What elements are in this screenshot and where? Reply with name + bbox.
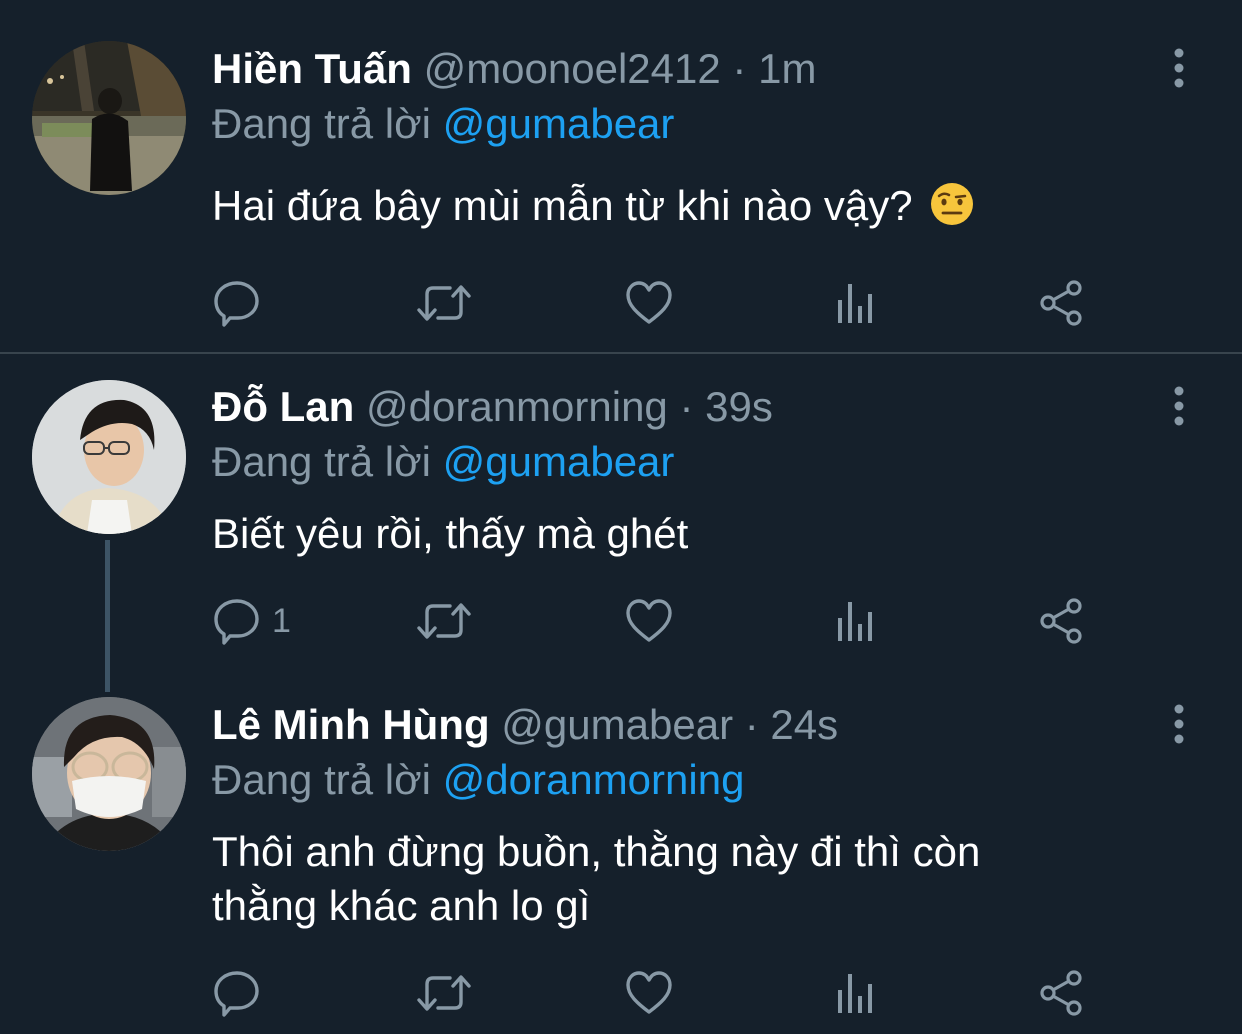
stats-button[interactable] [833, 278, 883, 328]
replying-label: Đang trả lời [212, 756, 431, 803]
more-vertical-icon [1174, 704, 1184, 744]
timestamp[interactable]: 24s [770, 701, 838, 748]
display-name[interactable]: Hiền Tuấn [212, 45, 412, 92]
replying-to-line: Đang trả lời @gumabear [212, 99, 674, 149]
retweet-icon [417, 975, 471, 1011]
more-vertical-icon [1174, 48, 1184, 88]
tweet-header: Hiền Tuấn @moonoel2412 · 1m [212, 44, 816, 94]
user-handle[interactable]: @moonoel2412 [424, 45, 721, 92]
stats-icon [838, 284, 872, 323]
tweet-text-content: Biết yêu rồi, thấy mà ghét [212, 510, 689, 557]
more-options-button[interactable] [1164, 384, 1194, 428]
retweet-button[interactable] [416, 278, 472, 328]
reply-button[interactable] [212, 278, 262, 328]
tweet-text-line: thằng khác anh lo gì [212, 882, 591, 929]
tweet-header: Đỗ Lan @doranmorning · 39s [212, 382, 773, 432]
user-handle[interactable]: @doranmorning [366, 383, 668, 430]
replying-to-link[interactable]: @gumabear [443, 100, 675, 147]
reply-feed: Hiền Tuấn @moonoel2412 · 1m Đang trả lời… [0, 0, 1242, 1034]
replying-label: Đang trả lời [212, 100, 431, 147]
share-button[interactable] [1037, 596, 1087, 646]
reply-icon [214, 281, 259, 327]
retweet-button[interactable] [416, 968, 472, 1018]
meta-separator: · [679, 383, 694, 430]
retweet-button[interactable] [416, 596, 472, 646]
display-name[interactable]: Đỗ Lan [212, 383, 354, 430]
share-icon [1040, 598, 1082, 644]
more-options-button[interactable] [1164, 702, 1194, 746]
share-icon [1040, 970, 1082, 1016]
timestamp[interactable]: 39s [705, 383, 773, 430]
stats-icon [838, 974, 872, 1013]
tweet-divider [0, 352, 1242, 354]
retweet-icon [417, 285, 471, 321]
tweet-text: Thôi anh đừng buồn, thằng này đi thì còn… [212, 825, 1172, 933]
tweet-text: Hai đứa bây mùi mẫn từ khi nào vậy? [212, 179, 1172, 233]
meta-separator: · [744, 701, 759, 748]
replying-label: Đang trả lời [212, 438, 431, 485]
reply-icon [214, 599, 259, 645]
reply-button[interactable] [212, 968, 262, 1018]
face-with-raised-eyebrow-icon [930, 182, 974, 226]
tweet-text-line: Thôi anh đừng buồn, thằng này đi thì còn [212, 828, 981, 875]
reply-count: 1 [272, 601, 291, 640]
share-button[interactable] [1037, 278, 1087, 328]
replying-to-line: Đang trả lời @doranmorning [212, 755, 744, 805]
stats-button[interactable] [833, 596, 883, 646]
more-options-button[interactable] [1164, 46, 1194, 90]
share-button[interactable] [1037, 968, 1087, 1018]
retweet-icon [417, 603, 471, 639]
avatar[interactable] [32, 697, 186, 851]
replying-to-link[interactable]: @gumabear [443, 438, 675, 485]
user-handle[interactable]: @gumabear [501, 701, 733, 748]
heart-icon [626, 281, 672, 324]
thread-connector-line [105, 540, 110, 692]
avatar[interactable] [32, 380, 186, 534]
like-button[interactable] [624, 596, 674, 646]
like-button[interactable] [624, 968, 674, 1018]
timestamp[interactable]: 1m [758, 45, 816, 92]
stats-button[interactable] [833, 968, 883, 1018]
like-button[interactable] [624, 278, 674, 328]
display-name[interactable]: Lê Minh Hùng [212, 701, 490, 748]
tweet-header: Lê Minh Hùng @gumabear · 24s [212, 700, 838, 750]
meta-separator: · [732, 45, 747, 92]
heart-icon [626, 599, 672, 642]
stats-icon [838, 602, 872, 641]
tweet-text: Biết yêu rồi, thấy mà ghét [212, 507, 1172, 561]
heart-icon [626, 971, 672, 1014]
replying-to-line: Đang trả lời @gumabear [212, 437, 674, 487]
tweet-text-content: Hai đứa bây mùi mẫn từ khi nào vậy? [212, 182, 913, 229]
replying-to-link[interactable]: @doranmorning [443, 756, 745, 803]
share-icon [1040, 280, 1082, 326]
avatar[interactable] [32, 41, 186, 195]
more-vertical-icon [1174, 386, 1184, 426]
reply-button[interactable]: 1 [212, 596, 291, 646]
reply-icon [214, 971, 259, 1017]
